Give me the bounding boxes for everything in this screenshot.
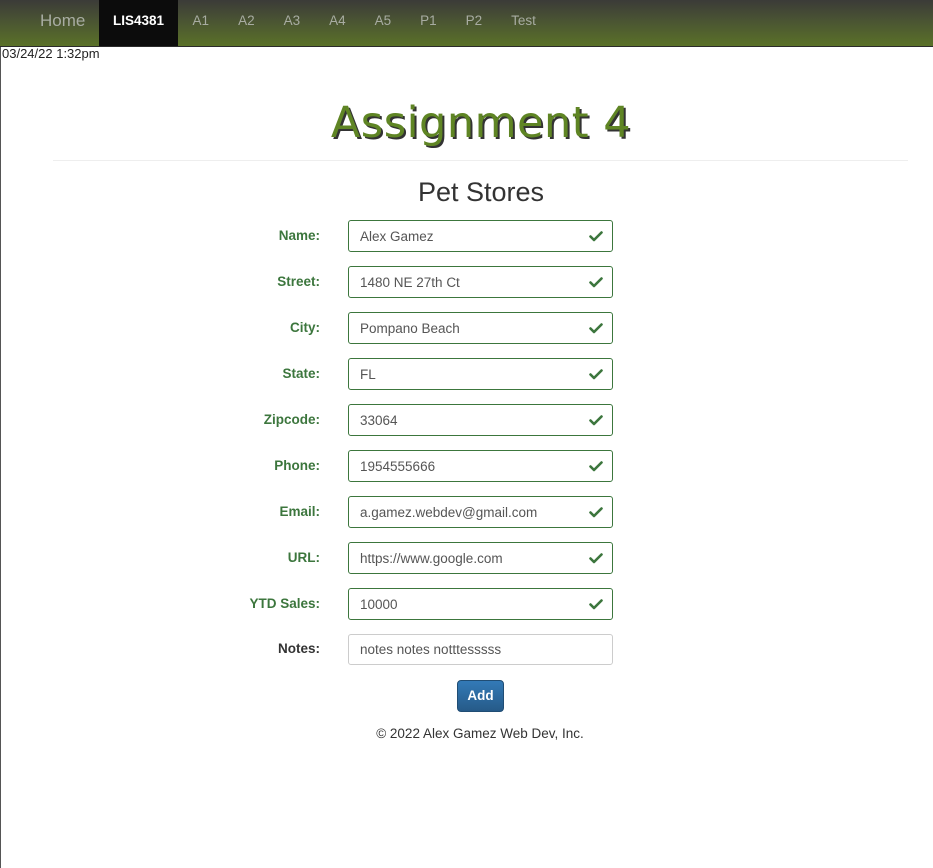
- footer-copyright: © 2022 Alex Gamez Web Dev, Inc.: [376, 726, 584, 741]
- form-row-email: Email:: [0, 496, 933, 528]
- form-row-phone: Phone:: [0, 450, 933, 482]
- form-row-zipcode: Zipcode:: [0, 404, 933, 436]
- zipcode-input[interactable]: [348, 404, 613, 436]
- check-icon: [589, 231, 603, 242]
- top-navbar: Home LIS4381 A1 A2 A3 A4 A5 P1 P2 Test: [0, 0, 933, 47]
- name-input[interactable]: [348, 220, 613, 252]
- check-icon: [589, 553, 603, 564]
- check-icon: [589, 277, 603, 288]
- form-row-ytd-sales: YTD Sales:: [0, 588, 933, 620]
- street-input[interactable]: [348, 266, 613, 298]
- url-input[interactable]: [348, 542, 613, 574]
- check-icon: [589, 461, 603, 472]
- form-row-city: City:: [0, 312, 933, 344]
- city-label: City:: [290, 320, 320, 335]
- phone-label: Phone:: [274, 458, 320, 473]
- form-row-street: Street:: [0, 266, 933, 298]
- nav-menu: LIS4381 A1 A2 A3 A4 A5 P1 P2 Test: [99, 0, 550, 46]
- check-icon: [589, 369, 603, 380]
- form-row-name: Name:: [0, 220, 933, 252]
- nav-item-a3[interactable]: A3: [269, 0, 315, 46]
- page-title: Assignment 4: [330, 98, 632, 148]
- header-divider: [53, 160, 908, 161]
- add-button[interactable]: Add: [457, 680, 504, 712]
- form-row-state: State:: [0, 358, 933, 390]
- name-label: Name:: [278, 228, 320, 243]
- phone-input[interactable]: [348, 450, 613, 482]
- nav-item-test[interactable]: Test: [497, 0, 551, 46]
- nav-item-a4[interactable]: A4: [315, 0, 361, 46]
- nav-item-lis4381[interactable]: LIS4381: [99, 0, 179, 46]
- timestamp: 03/24/22 1:32pm: [2, 46, 100, 61]
- nav-item-p1[interactable]: P1: [406, 0, 452, 46]
- form-row-notes: Notes:: [0, 633, 933, 665]
- email-input[interactable]: [348, 496, 613, 528]
- notes-label: Notes:: [277, 641, 320, 656]
- form-row-url: URL:: [0, 542, 933, 574]
- check-icon: [589, 507, 603, 518]
- zipcode-label: Zipcode:: [263, 412, 320, 427]
- city-input[interactable]: [348, 312, 613, 344]
- nav-item-a1[interactable]: A1: [178, 0, 224, 46]
- ytd-sales-input[interactable]: [348, 588, 613, 620]
- ytd-sales-label: YTD Sales:: [249, 596, 320, 611]
- notes-input[interactable]: [348, 634, 613, 665]
- nav-item-a2[interactable]: A2: [224, 0, 270, 46]
- state-label: State:: [282, 366, 320, 381]
- nav-item-a5[interactable]: A5: [360, 0, 406, 46]
- form-title: Pet Stores: [417, 177, 545, 207]
- email-label: Email:: [279, 504, 320, 519]
- url-label: URL:: [287, 550, 320, 565]
- check-icon: [589, 415, 603, 426]
- street-label: Street:: [277, 274, 320, 289]
- check-icon: [589, 599, 603, 610]
- check-icon: [589, 323, 603, 334]
- state-input[interactable]: [348, 358, 613, 390]
- nav-item-p2[interactable]: P2: [451, 0, 497, 46]
- nav-brand-home[interactable]: Home: [26, 0, 99, 42]
